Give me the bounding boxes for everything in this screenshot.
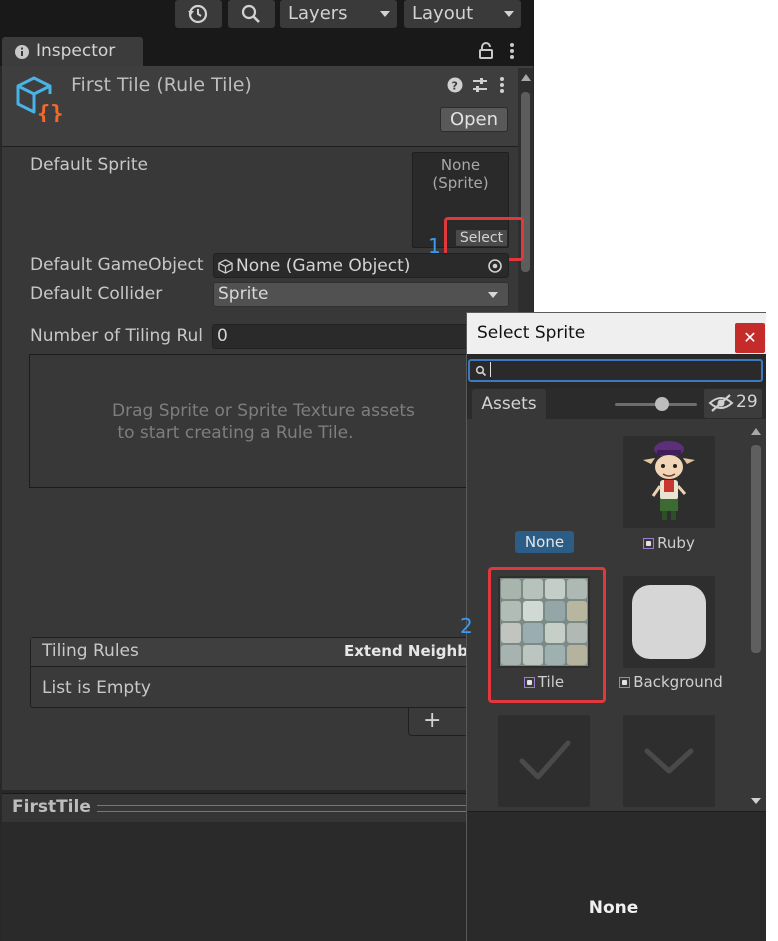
open-button-label: Open [449,109,499,130]
kebab-menu-icon[interactable] [499,76,505,94]
list-footer: + [408,708,474,736]
tab-inspector[interactable]: Inspector [2,37,143,66]
sprite-item-label: None [524,533,565,551]
sprite-drop-area[interactable]: Drag Sprite or Sprite Texture assets to … [29,354,473,488]
hidden-count: 29 [736,392,758,412]
info-icon [15,45,29,59]
tab-assets[interactable]: Assets [472,389,546,419]
scroll-up-icon [751,428,761,435]
sprite-item-none[interactable]: None [515,531,574,553]
search-button[interactable] [228,0,275,28]
chevron-down-icon [380,11,390,17]
text-caret [490,362,491,377]
chevron-down-icon [504,11,514,17]
preview-label: None [588,898,639,918]
chevron-down-icon [488,292,498,298]
close-icon: ✕ [743,328,757,347]
sprite-item-label: Background [633,673,723,691]
tiling-rules-count-value: 0 [217,326,228,346]
sprite-item-ruby-name: Ruby [623,534,715,552]
sprite-search-input[interactable] [468,359,763,382]
close-button[interactable]: ✕ [735,323,765,353]
help-icon[interactable]: ? [447,77,463,93]
gameobject-value: None (Game Object) [236,256,411,276]
sprite-grid-scrollbar[interactable] [749,423,763,811]
page-title: First Tile (Rule Tile) [71,74,252,96]
layout-dropdown[interactable]: Layout [404,0,521,28]
search-icon [241,4,260,23]
layout-label: Layout [412,3,474,24]
svg-text:?: ? [452,80,458,93]
checkmark-icon [519,740,571,780]
sprite-item-ruby[interactable] [623,436,715,528]
open-button[interactable]: Open [440,107,508,132]
preview-header: FirstTile [2,793,533,822]
preview-title: FirstTile [12,797,91,817]
scrollbar-thumb[interactable] [751,445,761,653]
sprite-item-background-name: Background [613,673,729,691]
default-gameobject-label: Default GameObject [30,255,204,275]
select-sprite-title: Select Sprite [477,323,586,343]
sprite-item-label: Ruby [657,534,695,552]
tiling-rules-count-label: Number of Tiling Rul [30,326,204,346]
kebab-menu-icon[interactable] [509,42,515,60]
select-sprite-titlebar[interactable]: Select Sprite [467,313,766,354]
add-rule-button[interactable]: + [423,708,441,733]
tab-assets-label: Assets [481,394,537,414]
layers-label: Layers [288,3,348,24]
sprite-icon [643,538,655,549]
tiling-rules-header: Tiling Rules Extend Neighbor [31,638,486,667]
slider-thumb[interactable] [655,397,669,411]
drag-handle[interactable] [97,805,527,812]
rule-tile-icon: {} [16,76,62,122]
extend-neighbor-label: Extend Neighbor [344,642,486,660]
gameobject-icon [218,259,233,274]
step-2-annotation: 2 [460,614,473,638]
hidden-packages-button[interactable]: 29 [704,389,762,418]
history-icon [188,4,208,24]
sprite-item-dropdown-arrow[interactable] [623,715,715,807]
default-collider-label: Default Collider [30,284,163,304]
lock-icon[interactable] [478,42,494,60]
collider-dropdown[interactable]: Sprite [213,282,509,307]
chevron-down-icon [644,748,694,774]
eye-hidden-icon [708,394,734,412]
layers-dropdown[interactable]: Layers [280,0,397,28]
collider-value: Sprite [218,284,269,304]
sprite-icon [619,677,631,688]
history-button[interactable] [175,0,222,28]
drop-area-text: Drag Sprite or Sprite Texture assets to … [112,401,415,443]
preset-icon[interactable] [471,77,489,93]
scroll-down-icon [751,798,761,804]
tiling-rules-header-label: Tiling Rules [42,641,139,661]
svg-text:{}: {} [37,102,62,122]
tiling-rules-list: Tiling Rules Extend Neighbor List is Emp… [30,637,486,708]
tab-inspector-label: Inspector [36,41,116,61]
background-sprite-image [632,585,706,659]
sprite-item-background[interactable] [623,576,715,668]
sprite-preview-area: None [467,816,766,941]
size-slider[interactable] [615,397,697,411]
object-picker-icon[interactable] [487,258,503,274]
ruby-character-image [643,441,695,520]
scroll-up-icon [521,74,531,81]
preview-section: FirstTile [2,793,533,941]
search-icon [475,365,487,377]
top-toolbar: Layers Layout [0,0,534,32]
sprite-item-checkmark[interactable] [498,715,590,807]
list-empty-text: List is Empty [42,678,151,698]
default-sprite-label: Default Sprite [30,155,148,175]
sprite-field-value: None (Sprite) [432,156,489,192]
highlight-tile-box [488,567,606,703]
inspector-header: {} First Tile (Rule Tile) ? Open [2,66,533,147]
tiling-rules-count-input[interactable]: 0 [212,324,474,349]
gameobject-field[interactable]: None (Game Object) [213,253,509,278]
